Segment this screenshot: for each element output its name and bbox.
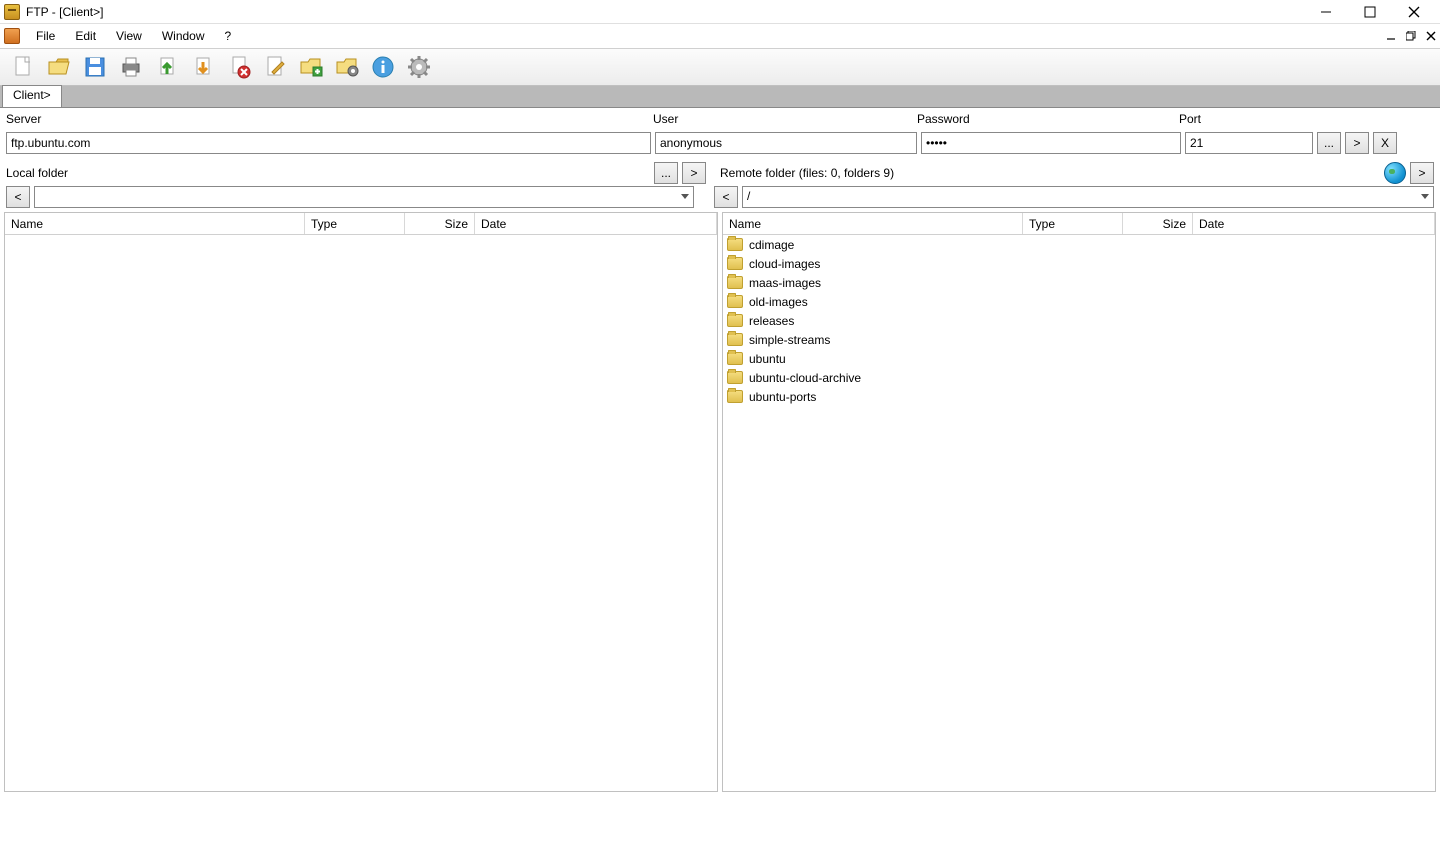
folder-icon [727,314,743,327]
port-input[interactable] [1185,132,1313,154]
folder-icon [727,276,743,289]
mdi-close-button[interactable] [1422,27,1440,45]
remote-col-date[interactable]: Date [1193,213,1435,234]
folder-icon [727,238,743,251]
local-col-date[interactable]: Date [475,213,717,234]
save-icon[interactable] [78,50,112,84]
label-server: Server [6,112,653,128]
upload-icon[interactable] [150,50,184,84]
item-name: cdimage [749,238,1041,252]
remote-col-type[interactable]: Type [1023,213,1123,234]
menu-edit[interactable]: Edit [65,26,106,46]
tab-client[interactable]: Client> [2,85,62,107]
remote-col-size[interactable]: Size [1123,213,1193,234]
remote-go-button[interactable]: > [1410,162,1434,184]
item-name: cloud-images [749,257,1041,271]
local-go-button[interactable]: > [682,162,706,184]
list-item[interactable]: simple-streams [723,330,1435,349]
password-input[interactable] [921,132,1181,154]
local-col-name[interactable]: Name [5,213,305,234]
folder-icon [727,333,743,346]
remote-grid-header: Name Type Size Date [723,213,1435,235]
settings-folder-icon[interactable] [330,50,364,84]
print-icon[interactable] [114,50,148,84]
list-item[interactable]: old-images [723,292,1435,311]
maximize-button[interactable] [1348,0,1392,24]
local-browse-button[interactable]: ... [654,162,678,184]
list-item[interactable]: ubuntu-cloud-archive [723,368,1435,387]
menubar: File Edit View Window ? [0,24,1440,48]
folder-icon [727,257,743,270]
edit-icon[interactable] [258,50,292,84]
local-back-button[interactable]: < [6,186,30,208]
list-item[interactable]: cloud-images [723,254,1435,273]
remote-grid-body[interactable]: cdimage cloud-images maas-images old-images… [723,235,1435,791]
label-password: Password [917,112,1179,128]
app-icon [4,4,20,20]
connection-close-button[interactable]: X [1373,132,1397,154]
server-input[interactable] [6,132,651,154]
remote-path-combo[interactable]: / [742,186,1434,208]
gear-icon[interactable] [402,50,436,84]
info-icon[interactable] [366,50,400,84]
mdi-minimize-button[interactable] [1382,27,1400,45]
remote-panel: Name Type Size Date cdimage cloud-images m… [722,212,1436,792]
list-item[interactable]: maas-images [723,273,1435,292]
delete-icon[interactable] [222,50,256,84]
folder-labels: Local folder ... > Remote folder (files:… [0,156,1440,184]
mdi-app-icon [4,28,20,44]
item-name: old-images [749,295,1041,309]
list-item[interactable]: ubuntu-ports [723,387,1435,406]
item-name: ubuntu [749,352,1041,366]
local-col-type[interactable]: Type [305,213,405,234]
remote-path-text: / [747,189,750,203]
local-panel: Name Type Size Date [4,212,718,792]
toolbar [0,48,1440,86]
label-port: Port [1179,112,1309,128]
menu-window[interactable]: Window [152,26,215,46]
new-folder-icon[interactable] [294,50,328,84]
folder-icon [727,371,743,384]
close-button[interactable] [1392,0,1436,24]
remote-back-button[interactable]: < [714,186,738,208]
user-input[interactable] [655,132,917,154]
item-name: ubuntu-cloud-archive [749,371,1041,385]
connection-browse-button[interactable]: ... [1317,132,1341,154]
globe-icon [1384,162,1406,184]
label-remote-folder: Remote folder (files: 0, folders 9) [720,166,1384,180]
connection-go-button[interactable]: > [1345,132,1369,154]
menu-view[interactable]: View [106,26,152,46]
folder-icon [727,390,743,403]
mdi-restore-button[interactable] [1402,27,1420,45]
list-item[interactable]: releases [723,311,1435,330]
menu-file[interactable]: File [26,26,65,46]
item-name: simple-streams [749,333,1041,347]
folder-icon [727,352,743,365]
new-doc-icon[interactable] [6,50,40,84]
connection-row: ... > X [0,128,1440,156]
tabstrip: Client> [0,86,1440,108]
download-icon[interactable] [186,50,220,84]
connection-labels: Server User Password Port [0,108,1440,128]
local-grid-header: Name Type Size Date [5,213,717,235]
item-name: ubuntu-ports [749,390,1041,404]
local-grid-body[interactable] [5,235,717,791]
local-col-size[interactable]: Size [405,213,475,234]
nav-row: < < / [0,184,1440,212]
item-name: maas-images [749,276,1041,290]
local-path-combo[interactable] [34,186,694,208]
titlebar: FTP - [Client>] [0,0,1440,24]
panels: Name Type Size Date Name Type Size Date … [0,212,1440,792]
window-title: FTP - [Client>] [26,5,103,19]
list-item[interactable]: ubuntu [723,349,1435,368]
minimize-button[interactable] [1304,0,1348,24]
label-local-folder: Local folder [6,166,654,180]
remote-col-name[interactable]: Name [723,213,1023,234]
item-name: releases [749,314,1041,328]
label-user: User [653,112,917,128]
list-item[interactable]: cdimage [723,235,1435,254]
menu-help[interactable]: ? [215,26,242,46]
open-folder-icon[interactable] [42,50,76,84]
folder-icon [727,295,743,308]
